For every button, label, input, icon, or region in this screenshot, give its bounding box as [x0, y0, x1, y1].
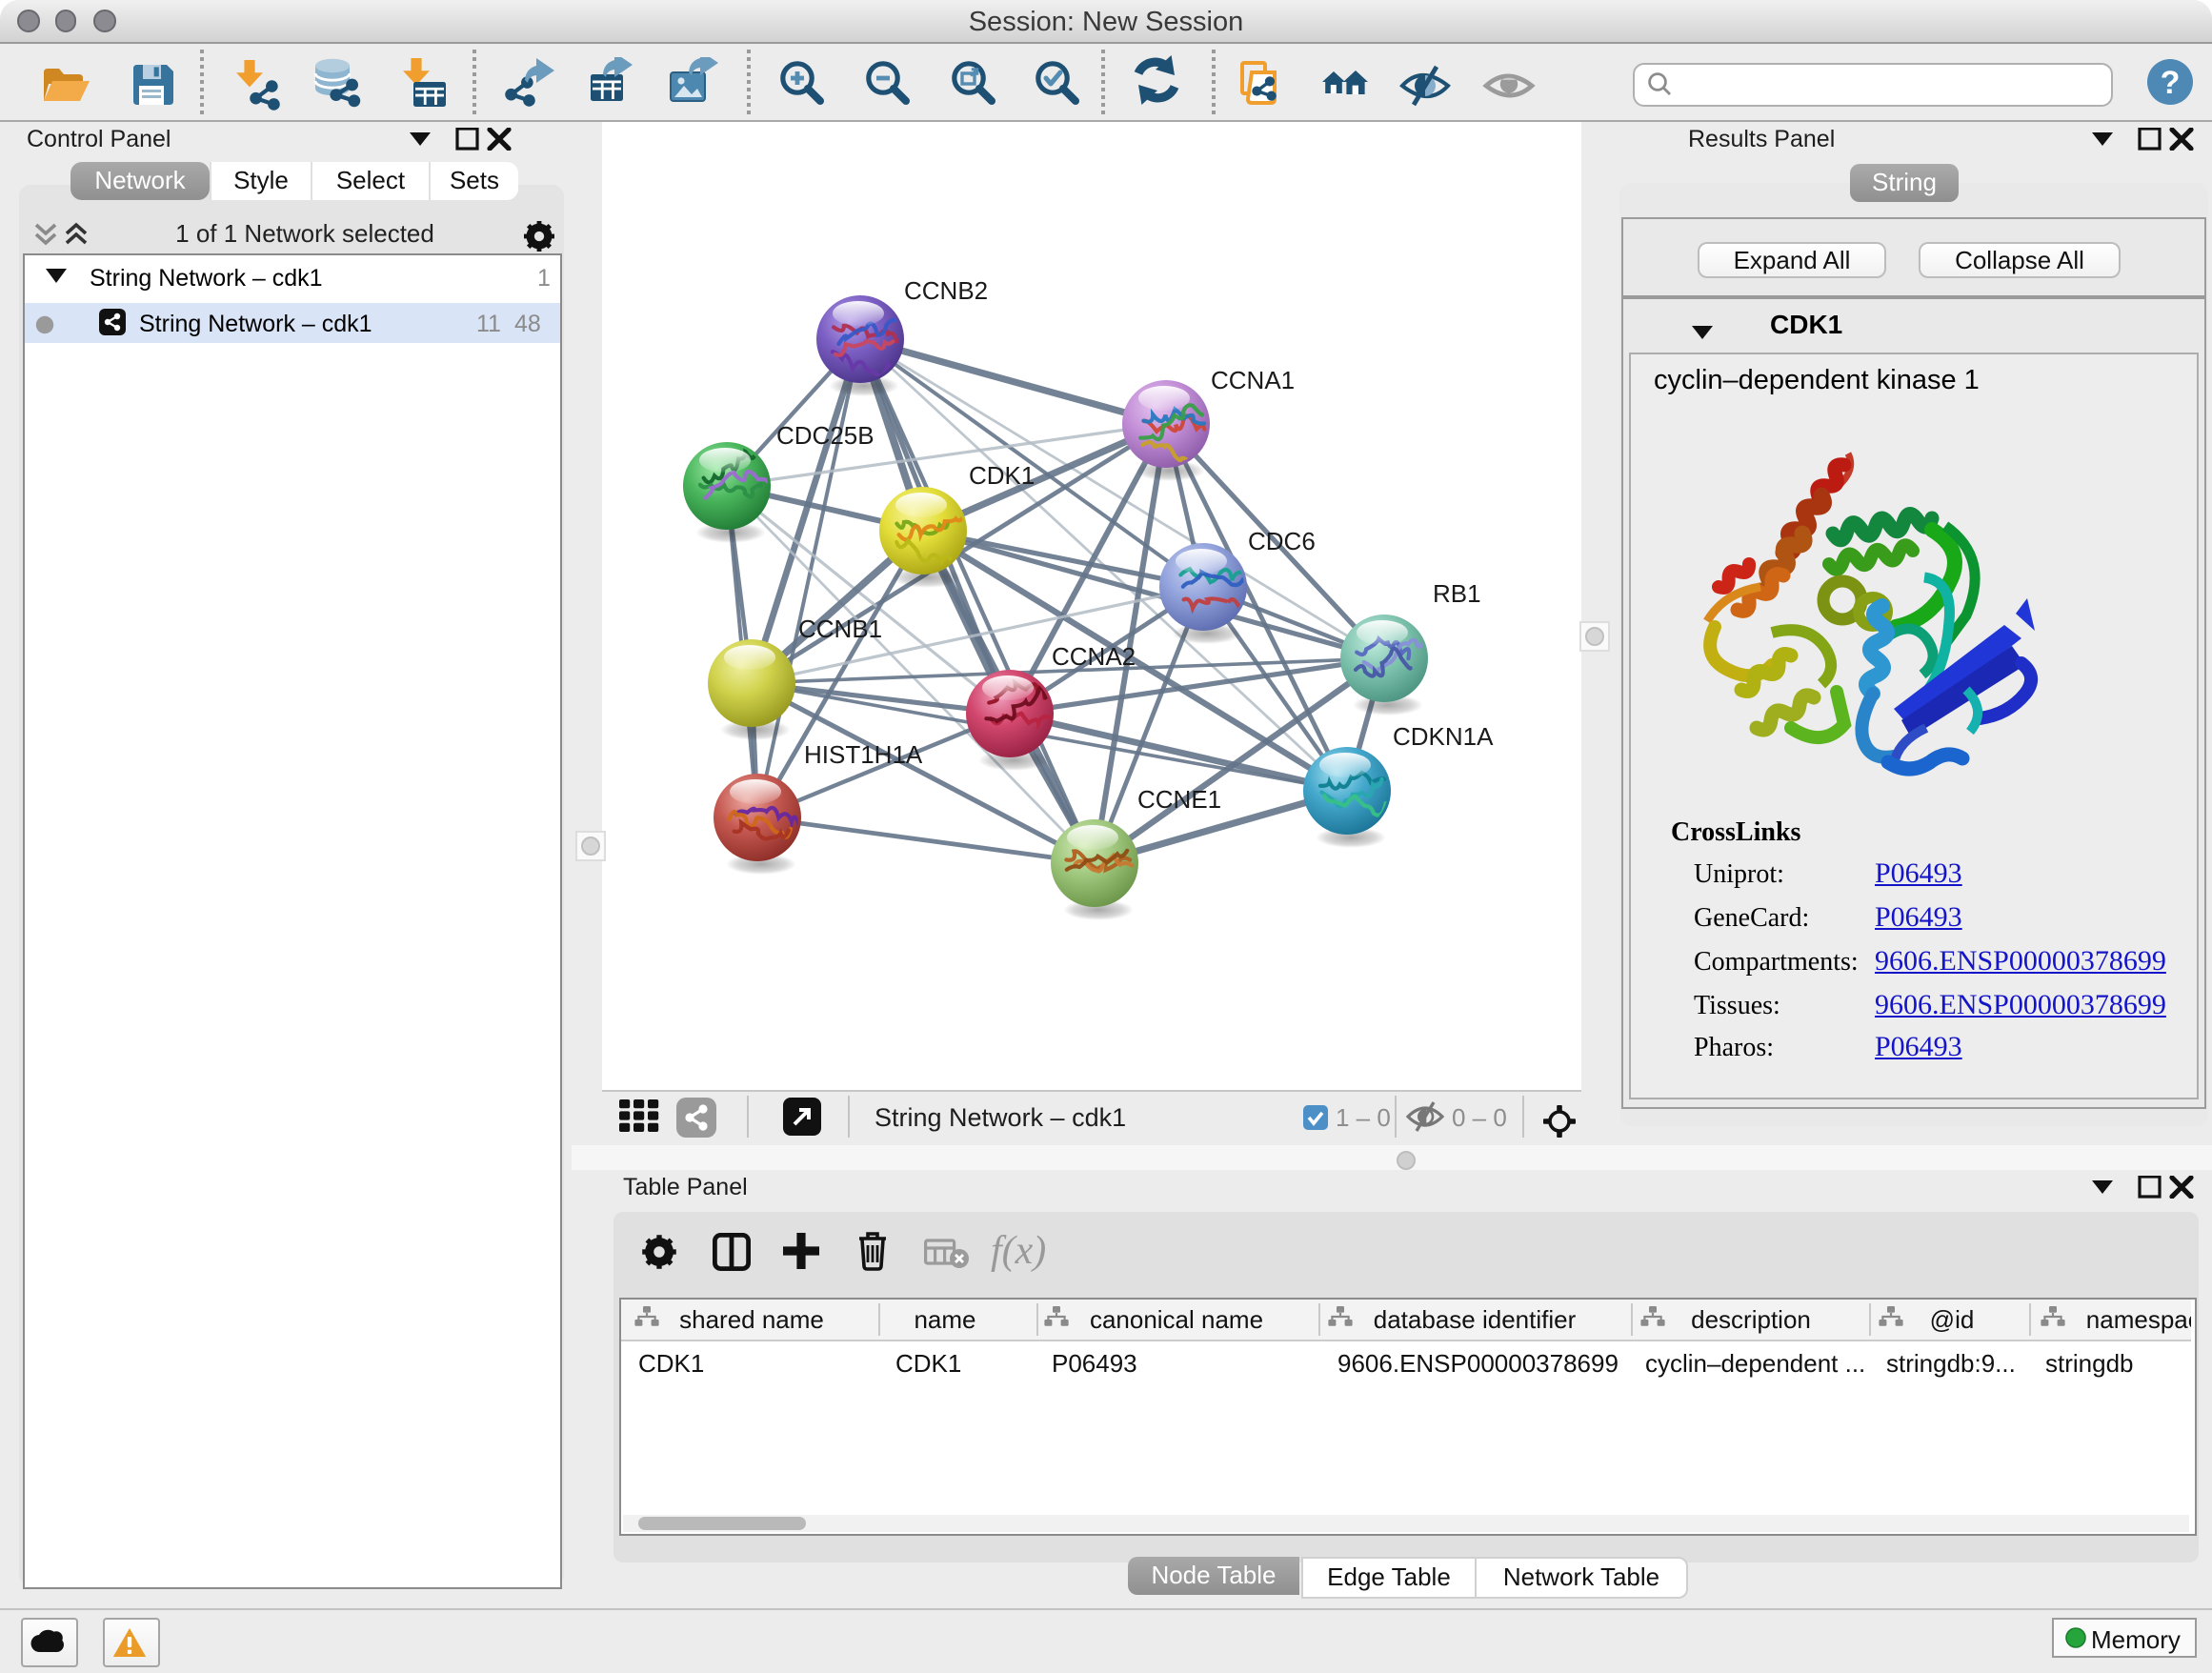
svg-text:CCNA2: CCNA2: [1052, 641, 1136, 670]
svg-text:CCNA1: CCNA1: [1211, 365, 1295, 393]
svg-text:CCNB1: CCNB1: [798, 614, 882, 642]
svg-text:CDK1: CDK1: [969, 460, 1035, 489]
svg-text:CCNB2: CCNB2: [904, 275, 988, 304]
svg-text:CDC6: CDC6: [1248, 526, 1316, 554]
svg-text:CDKN1A: CDKN1A: [1393, 721, 1494, 750]
svg-text:RB1: RB1: [1433, 578, 1481, 607]
svg-text:CDC25B: CDC25B: [776, 420, 875, 449]
svg-text:CCNE1: CCNE1: [1137, 784, 1221, 813]
svg-text:?: ?: [2161, 64, 2181, 100]
svg-text:HIST1H1A: HIST1H1A: [804, 739, 923, 768]
